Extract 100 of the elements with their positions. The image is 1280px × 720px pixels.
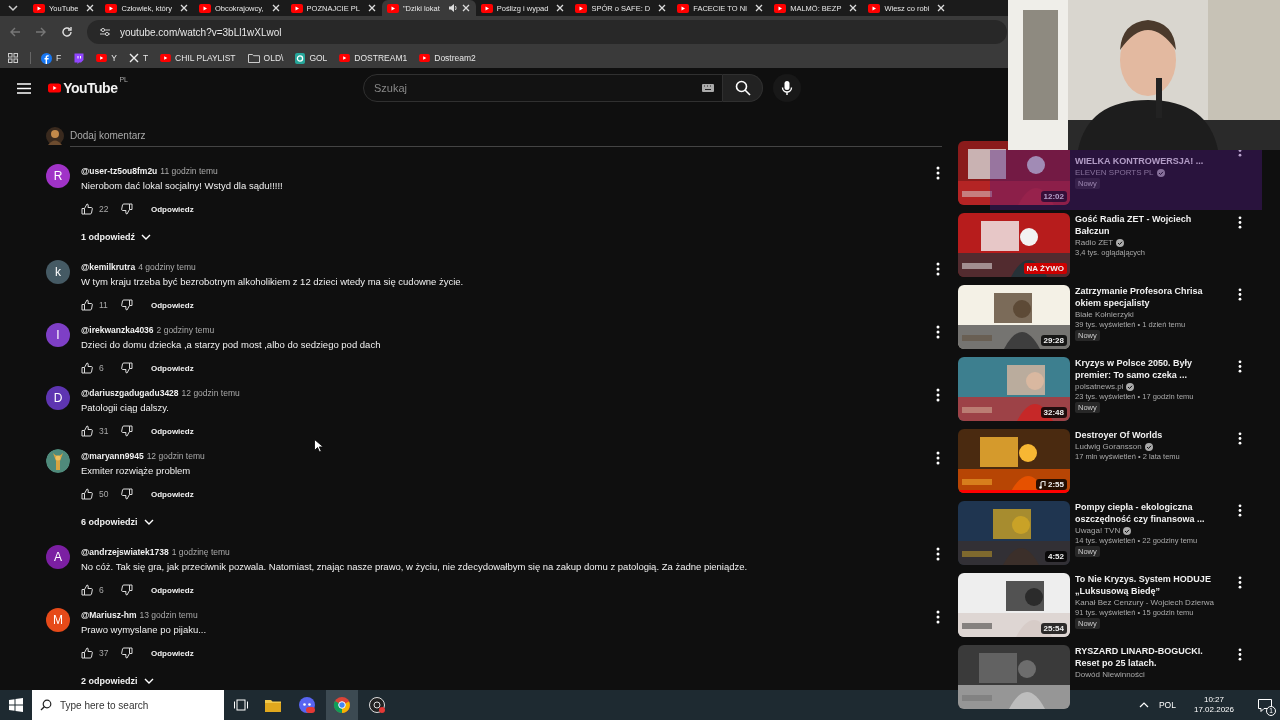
comment-time[interactable]: 12 godzin temu [146,451,205,461]
comment-author[interactable]: @user-tz5ou8fm2u [81,166,158,176]
bookmark[interactable]: T [128,53,149,63]
comment-author[interactable]: @andrzejswiatek1738 [81,547,169,557]
thumbs-down-icon[interactable] [121,299,133,311]
folder-icon[interactable] [265,698,281,712]
thumbs-up-icon[interactable] [81,299,93,311]
more-options-icon[interactable] [936,325,940,339]
thumbs-down-icon[interactable] [121,488,133,500]
close-icon[interactable] [86,4,95,12]
more-options-icon[interactable] [936,610,940,624]
replies-toggle[interactable]: 6 odpowiedzi [81,514,154,530]
chat-app-icon[interactable] [298,696,316,714]
channel-name[interactable]: Uwaga! TVN [1075,526,1121,535]
channel-name[interactable]: Kanał Bez Cenzury - Wojciech Dzierwa [1075,598,1214,607]
forward-icon[interactable] [35,26,47,38]
keyboard-icon[interactable] [702,84,714,92]
more-options-icon[interactable] [1238,504,1242,517]
back-icon[interactable] [9,26,21,38]
close-icon[interactable] [556,4,565,12]
thumbs-up-icon[interactable] [81,584,93,596]
search-field[interactable]: Szukaj [363,74,723,102]
bookmark[interactable]: DOSTREAM1 [339,53,408,63]
search-button[interactable] [723,74,763,102]
replies-toggle[interactable]: 2 odpowiedzi [81,673,154,689]
channel-name[interactable]: ELEVEN SPORTS PL [1075,168,1154,177]
thumbs-down-icon[interactable] [121,425,133,437]
video-title[interactable]: WIELKA KONTROWERSJA! ... [1075,155,1204,167]
bookmark[interactable]: Dostream2 [419,53,476,63]
bookmark[interactable]: Y [96,53,117,63]
reply-button[interactable]: Odpowiedz [139,300,194,310]
comment-time[interactable]: 2 godziny temu [156,325,215,335]
more-options-icon[interactable] [936,451,940,465]
taskbar-search-field[interactable]: Type here to search [32,690,224,720]
thumbs-down-icon[interactable] [121,203,133,215]
reply-button[interactable]: Odpowiedz [139,585,194,595]
avatar[interactable]: I [46,323,70,347]
windows-start-icon[interactable] [9,698,23,712]
close-icon[interactable] [461,4,470,12]
comment-author[interactable]: @irekwanzka4036 [81,325,154,335]
close-icon[interactable] [937,4,946,12]
more-options-icon[interactable] [936,388,940,402]
thumbs-up-icon[interactable] [81,362,93,374]
chevron-up-icon[interactable] [1138,702,1149,708]
clock[interactable]: 10:27 17.02.2026 [1193,695,1234,715]
video-title[interactable]: Zatrzymanie Profesora Chrisa okiem specjalisty [1075,285,1225,309]
recorder-icon[interactable] [368,696,386,714]
avatar[interactable]: M [46,608,70,632]
close-icon[interactable] [367,4,376,12]
menu-icon[interactable] [17,82,31,94]
comment-time[interactable]: 12 godzin temu [181,388,240,398]
close-icon[interactable] [179,4,188,12]
channel-name[interactable]: polsatnews.pl [1075,382,1124,391]
bookmark[interactable]: OLD\ [247,53,284,63]
avatar[interactable]: k [46,260,70,284]
comment-author[interactable]: @kemilkrutra [81,262,136,272]
site-settings-icon[interactable] [99,27,111,37]
more-options-icon[interactable] [936,262,940,276]
chevron-down-icon[interactable] [8,4,18,12]
address-bar[interactable]: youtube.com/watch?v=3bLl1wXLwol [87,20,1007,44]
close-icon[interactable] [658,4,667,12]
comment-time[interactable]: 4 godziny temu [138,262,196,272]
more-options-icon[interactable] [1238,288,1242,301]
avatar[interactable]: A [46,545,70,569]
more-options-icon[interactable] [1238,576,1242,589]
avatar[interactable]: R [46,164,70,188]
video-title[interactable]: To Nie Kryzys. System HODUJE „Luksusową Biedę” [1075,573,1225,597]
reply-button[interactable]: Odpowiedz [139,426,194,436]
video-title[interactable]: Destroyer Of Worlds [1075,429,1163,441]
thumbs-down-icon[interactable] [121,647,133,659]
more-options-icon[interactable] [1238,360,1242,373]
comment-author[interactable]: @maryann9945 [81,451,144,461]
bookmark[interactable]: F [41,52,62,64]
video-title[interactable]: Kryzys w Polsce 2050. Były premier: To samo czeka ... [1075,357,1225,381]
more-options-icon[interactable] [936,547,940,561]
comment-author[interactable]: @dariuszgadugadu3428 [81,388,179,398]
close-icon[interactable] [271,4,280,12]
close-icon[interactable] [755,4,764,12]
comment-time[interactable]: 13 godzin temu [139,610,198,620]
bookmark[interactable]: GOL [295,52,328,64]
thumbs-down-icon[interactable] [121,362,133,374]
channel-name[interactable]: Dowód Niewinności [1075,670,1145,679]
channel-name[interactable]: Białe Kołnierzyki [1075,310,1134,319]
reply-button[interactable]: Odpowiedz [139,648,194,658]
reply-button[interactable]: Odpowiedz [139,204,194,214]
thumbs-down-icon[interactable] [121,584,133,596]
video-title[interactable]: Gość Radia ZET - Wojciech Bałczun [1075,213,1225,237]
thumbs-up-icon[interactable] [81,425,93,437]
replies-toggle[interactable]: 1 odpowiedź [81,229,151,245]
reply-button[interactable]: Odpowiedz [139,363,194,373]
microphone-button[interactable] [773,74,801,102]
thumbs-up-icon[interactable] [81,647,93,659]
bookmark[interactable]: CHIL PLAYLIST [160,53,236,63]
thumbs-up-icon[interactable] [81,203,93,215]
browser-taskbar-button[interactable] [326,690,358,720]
channel-name[interactable]: Ludwig Goransson [1075,442,1142,451]
more-options-icon[interactable] [1238,216,1242,229]
thumbs-up-icon[interactable] [81,488,93,500]
comment-input[interactable]: Dodaj komentarz [70,125,942,147]
video-title[interactable]: RYSZARD LINARD-BOGUCKI. Reset po 25 latach. [1075,645,1225,669]
